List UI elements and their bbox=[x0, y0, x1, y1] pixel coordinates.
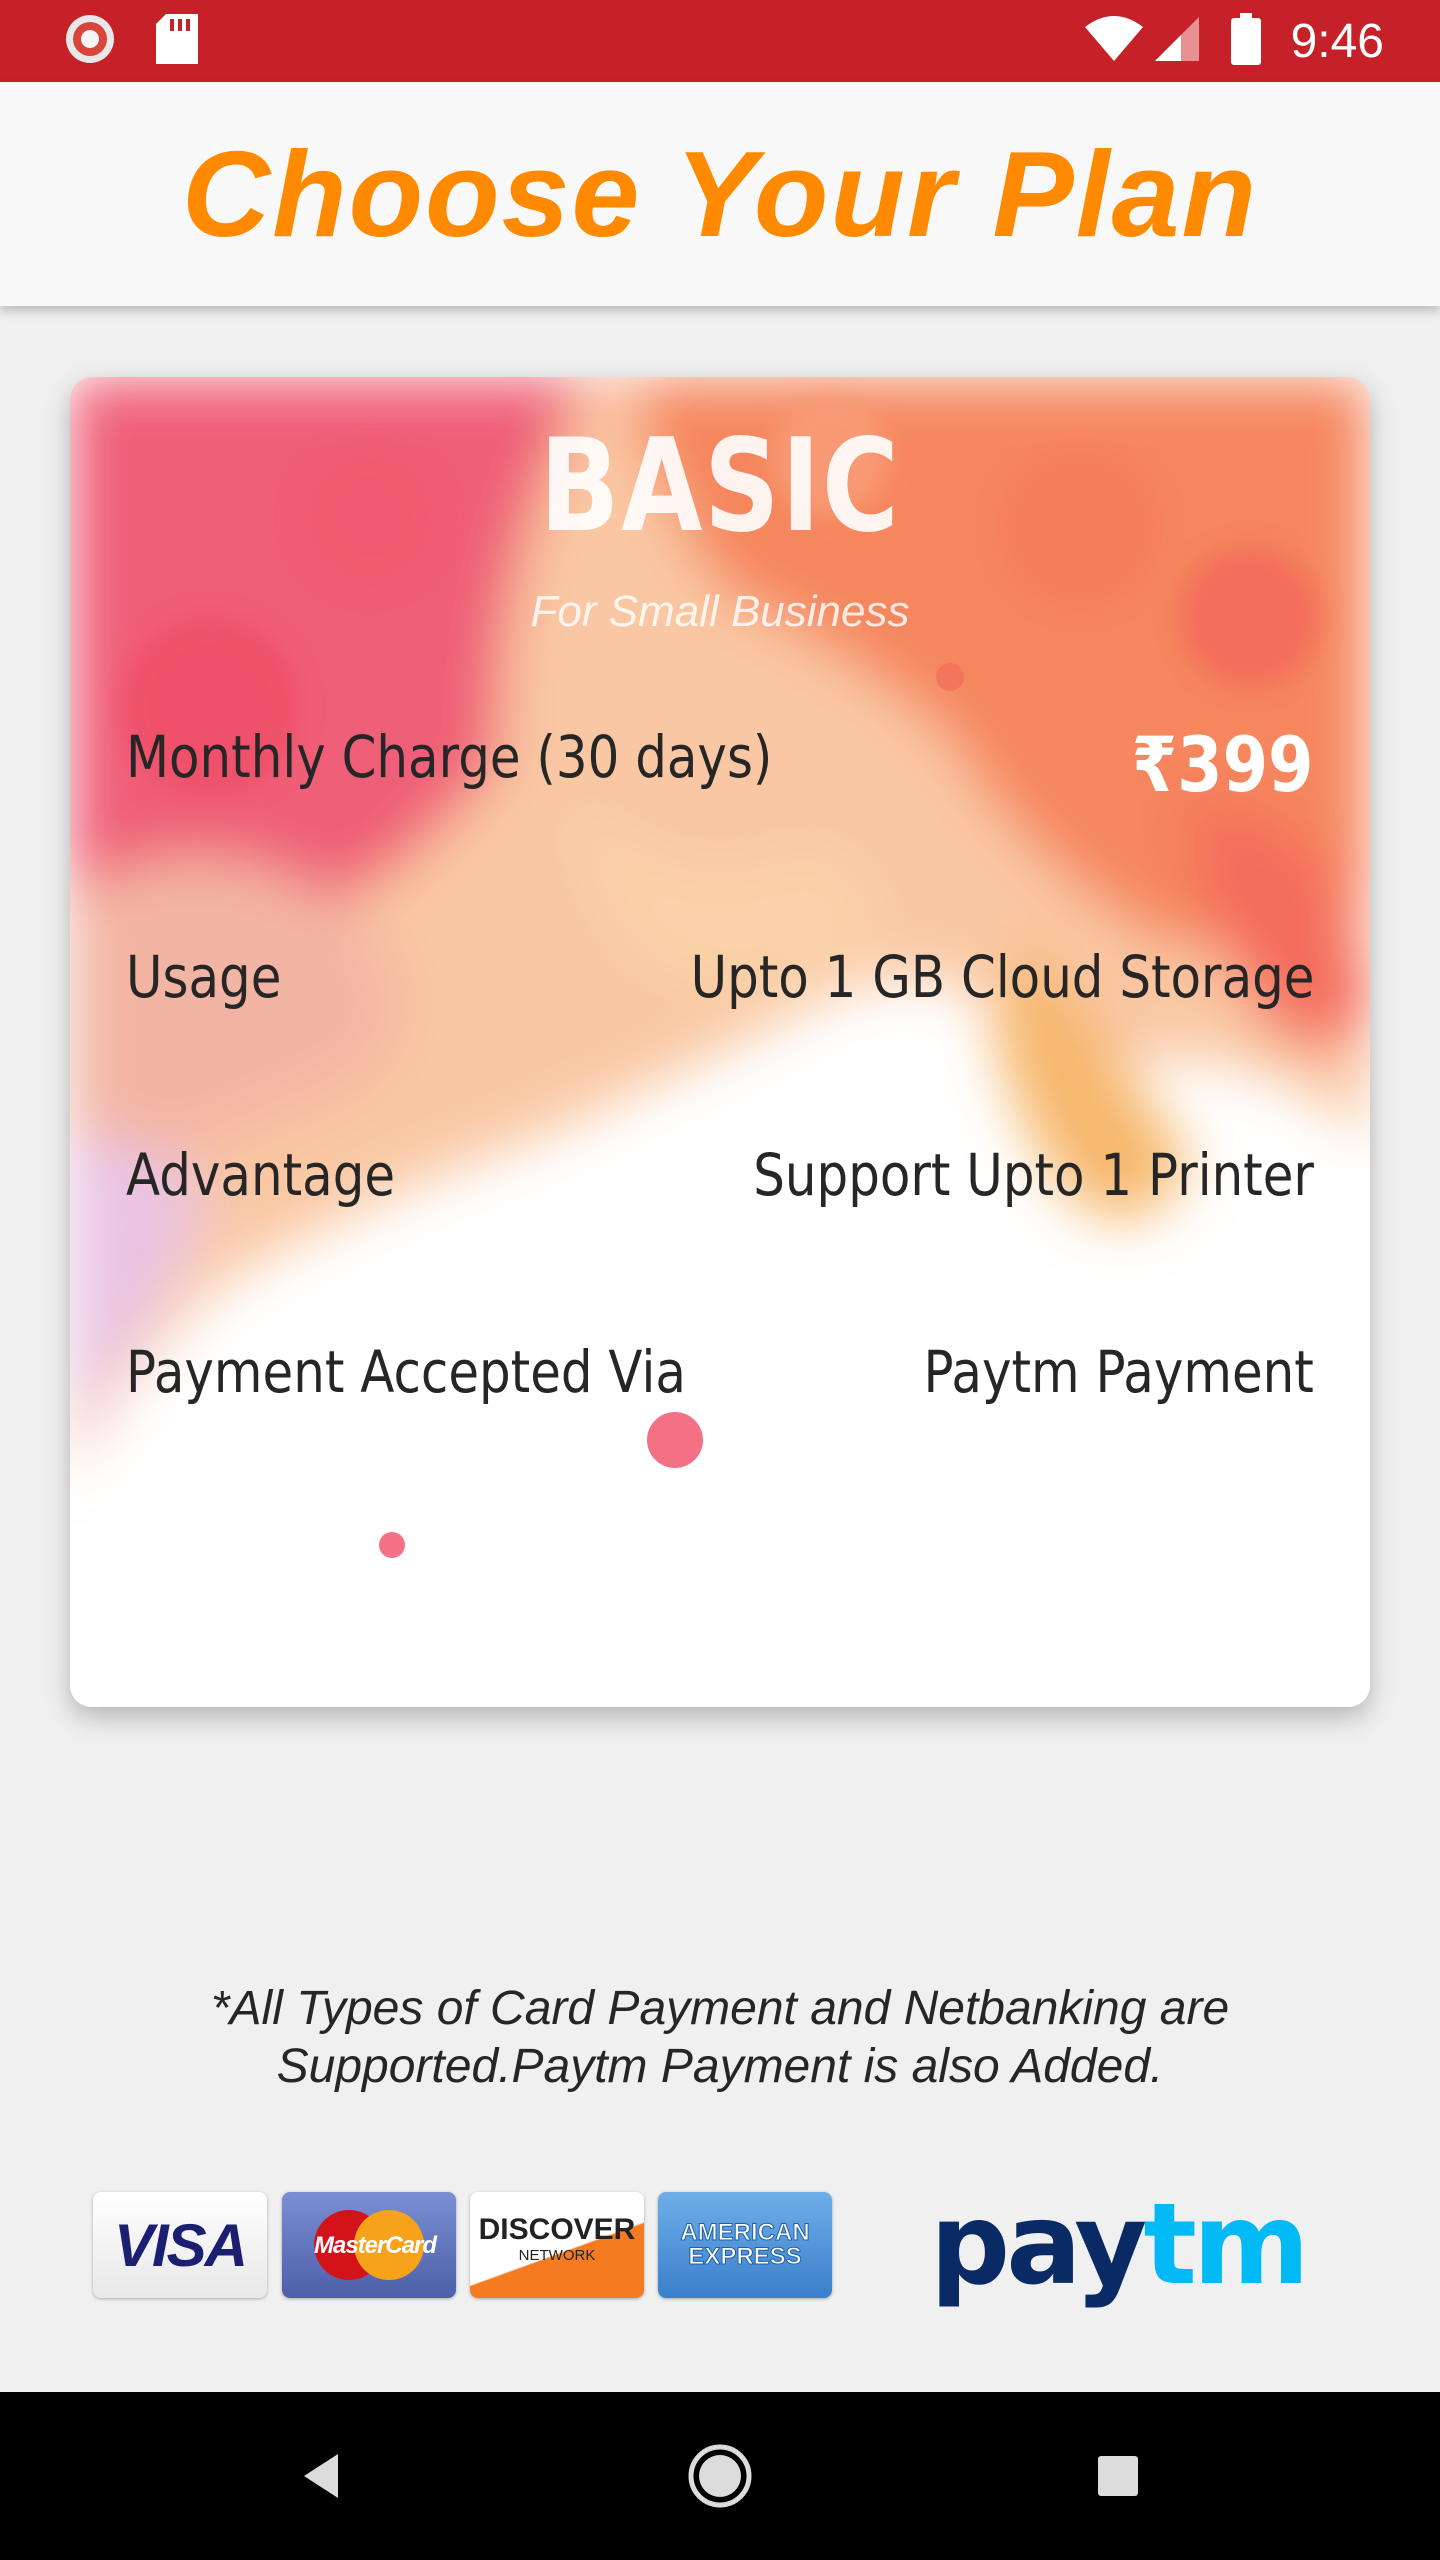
plan-row-label: Monthly Charge (30 days) bbox=[126, 723, 773, 791]
plan-price: ₹399 bbox=[1132, 719, 1314, 809]
plan-subtitle: For Small Business bbox=[530, 587, 910, 636]
mastercard-logo: MasterCard bbox=[282, 2192, 456, 2298]
plan-row-value: Support Upto 1 Printer bbox=[753, 1141, 1314, 1209]
visa-logo: VISA bbox=[93, 2192, 267, 2298]
header: Choose Your Plan bbox=[0, 82, 1440, 306]
plan-row-monthly-charge: Monthly Charge (30 days) ₹399 bbox=[126, 707, 1314, 809]
payment-footnote: *All Types of Card Payment and Netbankin… bbox=[120, 1980, 1320, 2096]
watercolor-background-image bbox=[70, 377, 1370, 1707]
plan-row-advantage: Advantage Support Upto 1 Printer bbox=[126, 1125, 1314, 1225]
footnote-line-1: *All Types of Card Payment and Netbankin… bbox=[210, 1982, 1230, 2035]
payment-logos: VISA MasterCard DISCOVER NETWORK AMERICA… bbox=[0, 2180, 1440, 2310]
signal-icon bbox=[1151, 15, 1201, 68]
plan-row-label: Usage bbox=[126, 943, 282, 1011]
plan-row-label: Payment Accepted Via bbox=[126, 1338, 686, 1406]
plan-row-label: Advantage bbox=[126, 1141, 396, 1209]
footnote-line-2: Supported.Paytm Payment is also Added. bbox=[276, 2040, 1164, 2093]
plan-name: BASIC bbox=[539, 412, 901, 561]
wifi-icon bbox=[1083, 15, 1145, 68]
home-icon[interactable] bbox=[680, 2436, 760, 2516]
back-icon[interactable] bbox=[280, 2436, 360, 2516]
plan-card-basic[interactable]: BASIC For Small Business Monthly Charge … bbox=[70, 377, 1370, 1707]
plan-row-value: Paytm Payment bbox=[923, 1338, 1314, 1406]
plan-row-usage: Usage Upto 1 GB Cloud Storage bbox=[126, 927, 1314, 1027]
plan-row-payment-method: Payment Accepted Via Paytm Payment bbox=[126, 1322, 1314, 1422]
status-time: 9:46 bbox=[1290, 14, 1384, 68]
chrome-app-icon bbox=[64, 13, 116, 70]
paytm-logo: pay tm bbox=[930, 2180, 1310, 2310]
american-express-logo: AMERICAN EXPRESS bbox=[658, 2192, 832, 2298]
battery-icon bbox=[1230, 12, 1261, 70]
discover-logo: DISCOVER NETWORK bbox=[470, 2192, 644, 2298]
plan-row-value: Upto 1 GB Cloud Storage bbox=[690, 943, 1314, 1011]
sd-card-icon bbox=[156, 13, 198, 69]
recent-apps-icon[interactable] bbox=[1078, 2436, 1158, 2516]
status-bar: 9:46 bbox=[0, 0, 1440, 82]
navigation-bar bbox=[0, 2392, 1440, 2560]
page-title: Choose Your Plan bbox=[182, 126, 1258, 262]
